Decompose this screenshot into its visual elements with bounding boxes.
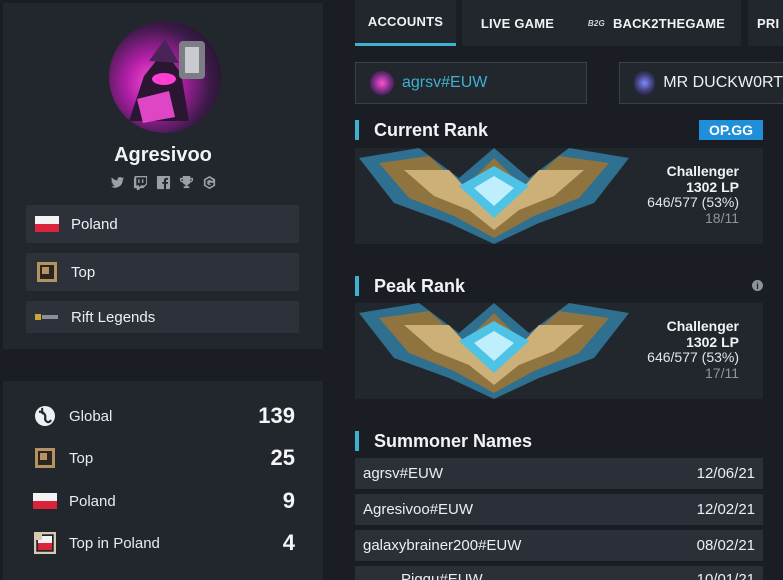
tab-bar: ACCOUNTS LIVE GAME B2G BACK2THEGAME PRI — [355, 0, 783, 46]
summoner-name: Piggu#EUW — [401, 571, 483, 580]
summoner-name-date: 08/02/21 — [696, 537, 755, 554]
current-rank-details: Challenger 1302 LP 646/577 (53%) 18/11 — [647, 163, 739, 226]
summoner-name-date: 10/01/21 — [696, 571, 755, 580]
gol-icon[interactable] — [201, 174, 217, 190]
current-rank-panel: Challenger 1302 LP 646/577 (53%) 18/11 — [355, 148, 763, 244]
rank-tier: Challenger — [666, 163, 739, 179]
rank-lp: 1302 LP — [686, 333, 739, 350]
twitch-icon[interactable] — [132, 174, 148, 190]
tab-accounts[interactable]: ACCOUNTS — [355, 0, 456, 46]
rank-lp: 1302 LP — [686, 178, 739, 195]
poland-flag-icon — [33, 490, 57, 512]
ranking-value: 4 — [282, 530, 295, 555]
challenger-emblem — [359, 303, 629, 399]
poland-top-icon — [33, 532, 57, 554]
top-lane-icon — [33, 447, 57, 469]
summoner-name-row: Piggu#EUW 10/01/21 — [355, 566, 763, 580]
facebook-icon[interactable] — [155, 174, 171, 190]
rank-tier: Challenger — [666, 318, 739, 334]
summoner-name-row: agrsv#EUW 12/06/21 — [355, 458, 763, 489]
rank-date: 17/11 — [705, 364, 739, 381]
trophy-icon[interactable] — [178, 174, 194, 190]
social-links — [3, 174, 323, 190]
ranking-label: Top in Poland — [69, 534, 160, 552]
account-label: MR DUCKW0RT — [663, 74, 783, 91]
ranking-value: 139 — [258, 403, 295, 428]
opgg-link[interactable]: OP.GG — [699, 120, 763, 140]
rank-winloss: 646/577 (53%) — [647, 194, 739, 210]
ranking-row-global: Global 139 — [33, 401, 295, 431]
twitter-icon[interactable] — [109, 174, 125, 190]
player-name: Agresivoo — [114, 144, 212, 166]
ranking-label: Poland — [69, 492, 116, 510]
challenger-emblem — [359, 148, 629, 244]
summoner-name-date: 12/02/21 — [696, 501, 755, 518]
ranking-row-poland: Poland 9 — [33, 486, 295, 516]
ranking-value: 9 — [282, 488, 295, 513]
summoner-name: galaxybrainer200#EUW — [363, 537, 522, 554]
account-button-mr-duckw0rt[interactable]: MR DUCKW0RT — [619, 62, 783, 104]
tab-pri[interactable]: PRI — [748, 0, 783, 46]
tab-label: ACCOUNTS — [367, 14, 444, 29]
country-row: Poland — [26, 205, 299, 243]
account-label: agrsv#EUW — [402, 74, 488, 91]
account-avatar — [370, 71, 394, 95]
tab-back2thegame[interactable]: B2G BACK2THEGAME — [572, 0, 741, 46]
rank-date: 18/11 — [705, 209, 739, 226]
top-lane-icon — [35, 262, 59, 282]
ranking-label: Top — [69, 449, 94, 467]
role-label: Top — [71, 263, 96, 281]
player-avatar — [109, 21, 221, 133]
account-button-agrsv[interactable]: agrsv#EUW — [355, 62, 587, 104]
tab-label: BACK2THEGAME — [612, 15, 726, 31]
tab-label: LIVE GAME — [480, 15, 555, 31]
team-label: Rift Legends — [71, 308, 156, 326]
summoner-names-title: Summoner Names — [355, 431, 532, 451]
role-row: Top — [26, 253, 299, 291]
info-icon[interactable]: i — [752, 280, 763, 291]
ranking-value: 25 — [270, 445, 295, 470]
summoner-name-row: Agresivoo#EUW 12/02/21 — [355, 494, 763, 525]
rift-legends-logo — [35, 308, 59, 326]
team-row[interactable]: Rift Legends — [26, 301, 299, 333]
summoner-name: agrsv#EUW — [363, 465, 444, 482]
b2g-logo: B2G — [587, 18, 605, 28]
peak-rank-title: Peak Rank — [355, 276, 465, 296]
account-avatar — [634, 71, 656, 95]
country-label: Poland — [71, 215, 118, 233]
ranking-label: Global — [69, 407, 113, 425]
current-rank-title: Current Rank — [355, 120, 488, 140]
peak-rank-details: Challenger 1302 LP 646/577 (53%) 17/11 — [647, 318, 739, 381]
tab-live-game[interactable]: LIVE GAME — [462, 0, 573, 46]
profile-card: Agresivoo Poland Top Rift Legends — [3, 3, 323, 349]
rankings-card: Global 139 Top 25 Poland 9 Top in Poland… — [3, 381, 323, 580]
summoner-name: Agresivoo#EUW — [363, 501, 474, 518]
peak-rank-panel: Challenger 1302 LP 646/577 (53%) 17/11 — [355, 303, 763, 399]
ranking-row-top-in-poland: Top in Poland 4 — [33, 528, 295, 558]
globe-icon — [33, 405, 57, 427]
summoner-name-row: galaxybrainer200#EUW 08/02/21 — [355, 530, 763, 561]
summoner-name-date: 12/06/21 — [696, 465, 755, 482]
ranking-row-top: Top 25 — [33, 443, 295, 473]
rank-winloss: 646/577 (53%) — [647, 349, 739, 365]
tab-label: PRI — [757, 15, 780, 31]
poland-flag-icon — [35, 215, 59, 233]
